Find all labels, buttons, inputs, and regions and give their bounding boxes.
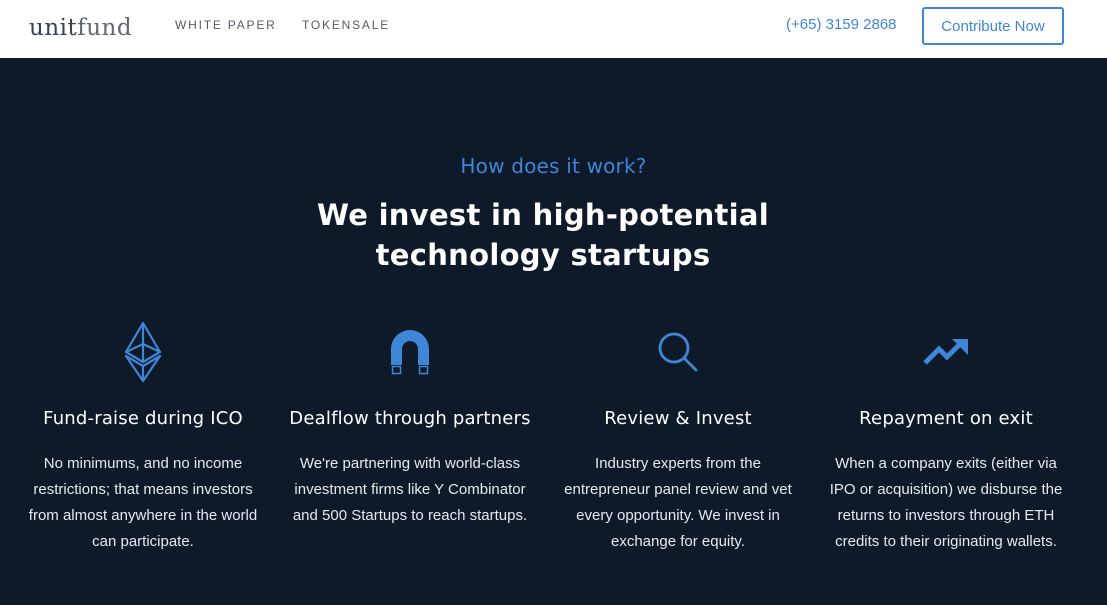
logo-part-fund: fund	[77, 15, 133, 41]
section-headline: We invest in high-potential technology s…	[316, 198, 770, 272]
feature-title: Repayment on exit	[859, 408, 1033, 429]
top-navbar: unit fund WHITE PAPER TOKENSALE (+65) 315…	[0, 0, 1107, 58]
feature-title: Review & Invest	[604, 408, 752, 429]
feature-description: Industry experts from the entrepreneur p…	[564, 455, 792, 550]
magnet-icon	[284, 320, 536, 384]
feature-title: Fund-raise during ICO	[43, 408, 243, 429]
feature-description: When a company exits (either via IPO or …	[829, 455, 1063, 550]
feature-title: Dealflow through partners	[289, 408, 531, 429]
nav-white-paper[interactable]: WHITE PAPER	[175, 18, 277, 34]
nav-tokensale[interactable]: TOKENSALE	[302, 18, 390, 34]
trending-up-icon	[820, 320, 1072, 384]
feature-card: Dealflow through partners We're partneri…	[284, 320, 536, 529]
feature-description: We're partnering with world-class invest…	[292, 455, 528, 524]
section-eyebrow: How does it work?	[460, 154, 647, 178]
phone-link[interactable]: (+65) 3159 2868	[786, 16, 897, 33]
feature-card: Fund-raise during ICO No minimums, and n…	[17, 320, 269, 555]
feature-description: No minimums, and no income restrictions;…	[28, 455, 258, 550]
ethereum-icon	[17, 320, 269, 384]
search-icon	[552, 320, 804, 384]
feature-card: Review & Invest Industry experts from th…	[552, 320, 804, 555]
contribute-now-button[interactable]: Contribute Now	[922, 7, 1064, 45]
unitfund-logo[interactable]: unit fund	[29, 12, 132, 44]
feature-card: Repayment on exit When a company exits (…	[820, 320, 1072, 555]
logo-part-unit: unit	[29, 15, 78, 41]
